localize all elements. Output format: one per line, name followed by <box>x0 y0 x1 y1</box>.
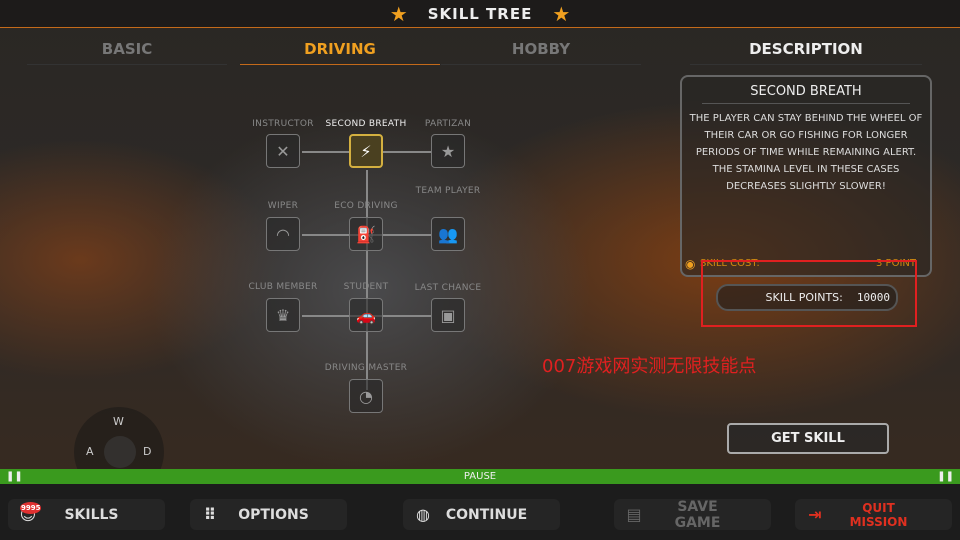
box-icon: ▣ <box>440 305 456 325</box>
skill-node-partizan[interactable]: ★ <box>431 134 465 168</box>
pause-icon: ❚❚ <box>937 471 954 482</box>
skills-label: SKILLS <box>64 506 119 523</box>
skill-node-last-chance[interactable]: ▣ <box>431 298 465 332</box>
wiper-icon: ◠ <box>276 224 290 244</box>
skill-label: DRIVING MASTER <box>324 363 408 373</box>
top-bar: ★ SKILL TREE ★ <box>0 0 960 28</box>
skill-node-driving-master[interactable]: ◔ <box>349 379 383 413</box>
pause-bar[interactable]: ❚❚ PAUSE ❚❚ <box>0 469 960 484</box>
tab-hobby[interactable]: HOBBY <box>441 40 641 65</box>
key-w: W <box>113 415 124 428</box>
page-title: SKILL TREE <box>427 4 533 23</box>
tab-driving[interactable]: DRIVING <box>240 40 440 65</box>
car-icon: 🚗 <box>356 305 376 325</box>
description-text: THE PLAYER CAN STAY BEHIND THE WHEEL OF … <box>689 113 923 192</box>
skill-node-instructor[interactable]: ✕ <box>266 134 300 168</box>
coin-icon: ◉ <box>685 257 696 271</box>
description-panel: SECOND BREATH THE PLAYER CAN STAY BEHIND… <box>680 75 932 277</box>
skill-node-eco-driving[interactable]: ⛽ <box>349 217 383 251</box>
skill-label: LAST CHANCE <box>414 283 482 293</box>
exit-door-icon: ⇥ <box>808 505 822 524</box>
key-a: A <box>86 445 94 458</box>
skill-label: TEAM PLAYER <box>415 186 481 196</box>
save-game-button[interactable]: ▤ SAVE GAME <box>614 498 771 531</box>
grid-icon: ⠿ <box>203 505 217 524</box>
star-icon: ★ <box>389 1 408 26</box>
continue-label: CONTINUE <box>445 506 528 523</box>
description-title: SECOND BREATH <box>702 84 910 104</box>
skill-node-student[interactable]: 🚗 <box>349 298 383 332</box>
tab-basic[interactable]: BASIC <box>27 40 227 65</box>
description-heading: DESCRIPTION <box>690 40 922 65</box>
skills-button[interactable]: ☺ 9995 SKILLS <box>8 499 165 530</box>
lightning-icon: ⚡ <box>360 141 372 161</box>
police-badge-icon: ★ <box>440 141 456 161</box>
save-label: SAVE GAME <box>674 498 721 531</box>
globe-icon: ◍ <box>416 505 430 524</box>
fuel-pump-icon: ⛽ <box>356 224 376 244</box>
options-label: OPTIONS <box>238 506 309 523</box>
highlight-box <box>701 260 917 327</box>
skill-label: ECO DRIVING <box>334 201 398 211</box>
floppy-icon: ▤ <box>626 505 642 524</box>
head-icon: ☺ 9995 <box>19 502 42 524</box>
crown-icon: ♛ <box>275 305 291 325</box>
star-icon: ★ <box>552 1 571 26</box>
continue-button[interactable]: ◍ CONTINUE <box>403 499 560 530</box>
quit-label: QUIT MISSION <box>849 500 908 529</box>
skill-label: PARTIZAN <box>424 119 472 129</box>
joystick-knob[interactable] <box>104 436 136 468</box>
key-d: D <box>143 445 152 458</box>
watermark: 007游戏网实测无限技能点 <box>542 356 757 377</box>
options-button[interactable]: ⠿ OPTIONS <box>190 499 347 530</box>
seatbelt-icon: ✕ <box>276 141 290 161</box>
pause-icon: ❚❚ <box>6 471 23 482</box>
skills-badge: 9995 <box>20 502 42 514</box>
skill-node-wiper[interactable]: ◠ <box>266 217 300 251</box>
skill-node-team-player[interactable]: 👥 <box>431 217 465 251</box>
skill-node-second-breath[interactable]: ⚡ <box>349 134 383 168</box>
pause-label: PAUSE <box>463 471 497 482</box>
quit-mission-button[interactable]: ⇥ QUIT MISSION <box>795 499 952 530</box>
get-skill-button[interactable]: GET SKILL <box>727 423 889 454</box>
team-icon: 👥 <box>438 224 458 244</box>
skill-node-club-member[interactable]: ♛ <box>266 298 300 332</box>
speedometer-icon: ◔ <box>359 386 373 406</box>
